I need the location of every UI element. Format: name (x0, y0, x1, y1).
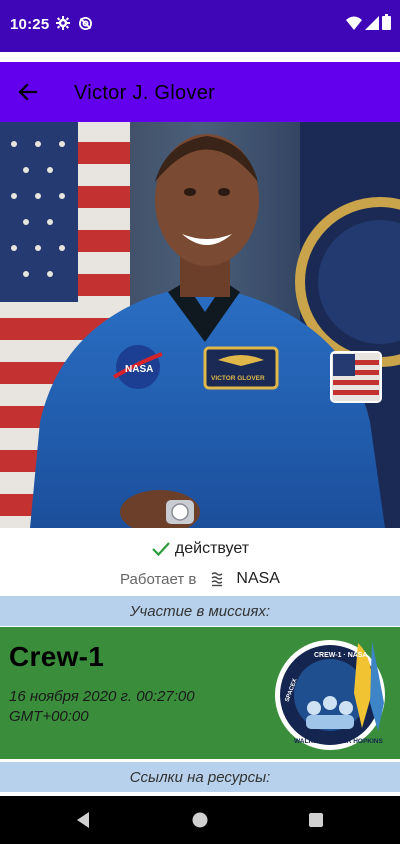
badge-name: VICTOR GLOVER (211, 375, 265, 382)
arrow-left-icon (18, 83, 38, 101)
patch-top-text: CREW-1 · NASA (314, 652, 368, 659)
status-bar: 10:25 (0, 0, 400, 52)
works-at-label: Работает в (120, 570, 197, 588)
links-section-header: Ссылки на ресурсы: (0, 762, 400, 792)
missions-section-header: Участие в миссиях: (0, 596, 400, 626)
works-at-row: Работает в NASA (0, 566, 400, 592)
nav-recents-icon[interactable] (306, 810, 326, 830)
status-label: действует (174, 540, 250, 557)
mission-patch-icon: CREW-1 · NASA SPACEX WALKER GLOVER HOPKI… (275, 640, 385, 750)
cell-signal-icon (365, 16, 379, 30)
status-row: действует (0, 536, 400, 562)
agency-icon (212, 572, 223, 587)
mission-date: 16 ноября 2020 г. 00:27:00 (9, 688, 195, 705)
wifi-icon (346, 16, 362, 30)
patch-bottom-text: WALKER GLOVER HOPKINS (294, 738, 384, 745)
check-icon (152, 542, 170, 557)
nav-home-icon[interactable] (190, 810, 210, 830)
system-nav-bar (0, 796, 400, 844)
astronaut-portrait: NASA VICTOR GLOVER (0, 122, 400, 528)
back-button[interactable] (12, 76, 44, 108)
mission-card[interactable]: Crew-1 16 ноября 2020 г. 00:27:00 GMT+00… (0, 627, 400, 759)
mission-timezone: GMT+00:00 (9, 708, 89, 725)
battery-icon (382, 14, 391, 30)
app-bar: Victor J. Glover (0, 62, 400, 122)
status-time: 10:25 (10, 16, 50, 33)
svg-text:NASA: NASA (125, 364, 153, 375)
nav-back-icon[interactable] (74, 810, 94, 830)
agency-link[interactable]: NASA (236, 570, 280, 588)
sync-off-icon (79, 17, 92, 30)
gear-icon (56, 16, 70, 30)
mission-name: Crew-1 (9, 641, 105, 672)
page-title: Victor J. Glover (74, 82, 216, 104)
